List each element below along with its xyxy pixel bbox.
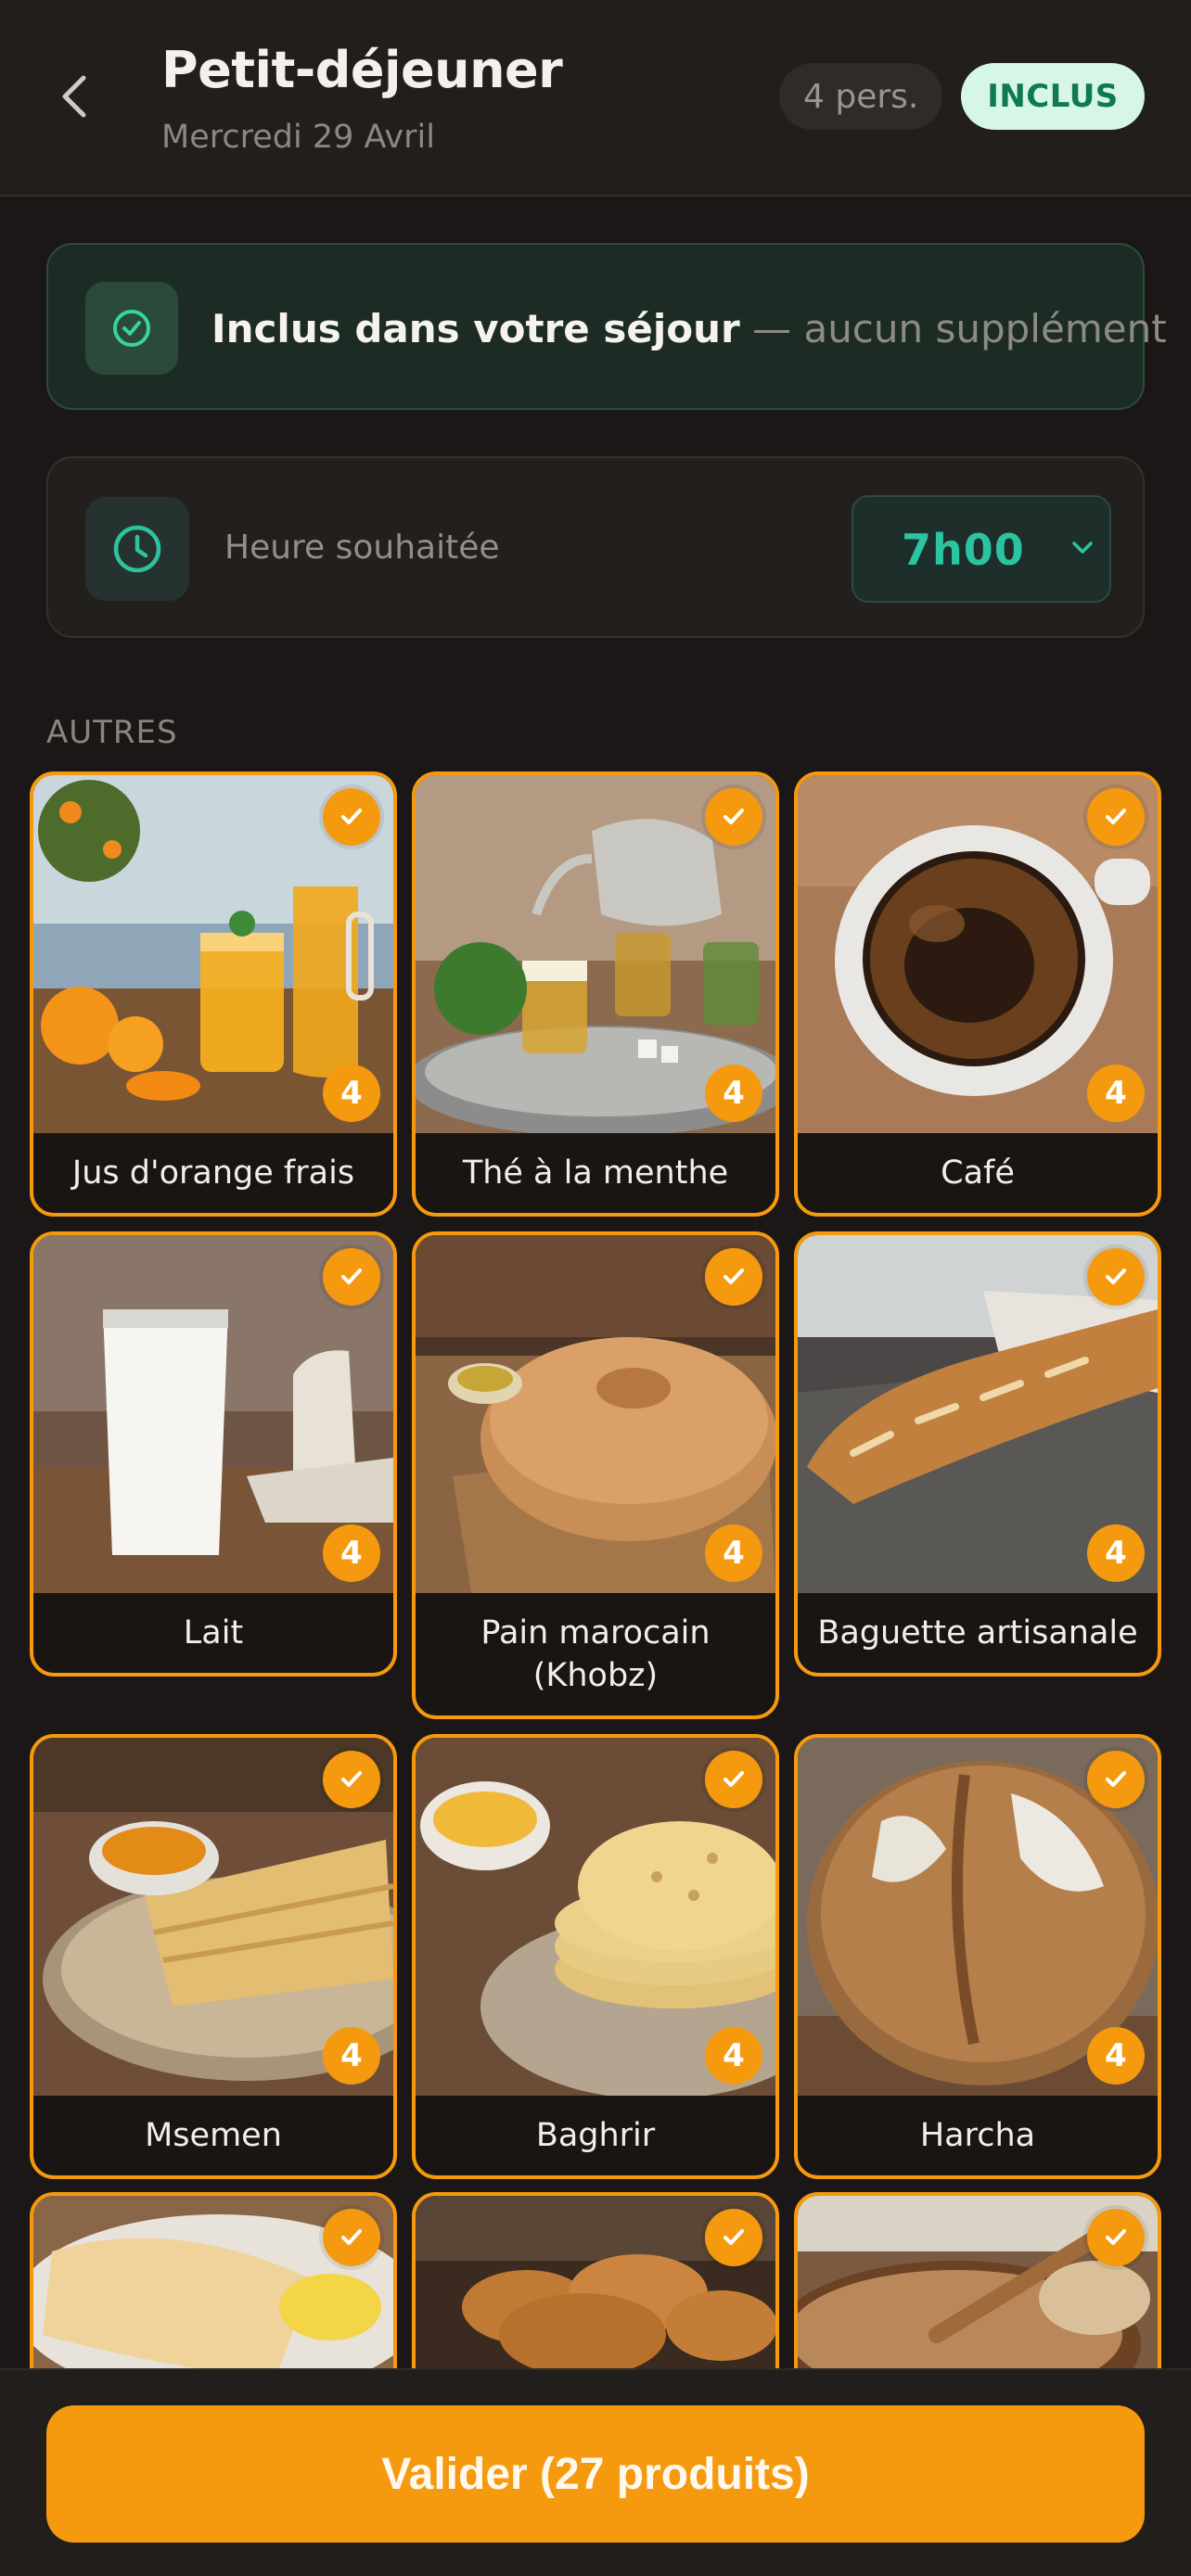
product-tile-mint-tea[interactable]: 4 Thé à la menthe <box>412 772 779 1217</box>
page-date: Mercredi 29 Avril <box>161 119 435 156</box>
product-name: Harcha <box>919 2117 1036 2154</box>
product-tile-msemen[interactable]: 4 Msemen <box>30 1734 397 2179</box>
check-icon <box>323 788 380 846</box>
quantity-badge: 4 <box>1087 1065 1145 1122</box>
clock-icon <box>85 497 189 601</box>
check-icon <box>1087 1751 1145 1808</box>
chevron-left-icon <box>62 75 86 118</box>
included-status-badge: INCLUS <box>961 63 1145 130</box>
validate-button[interactable]: Valider (27 produits) <box>46 2405 1145 2543</box>
product-name: Baguette artisanale <box>817 1614 1138 1651</box>
check-icon <box>705 1248 762 1306</box>
quantity-badge: 4 <box>705 1065 762 1122</box>
check-icon <box>1087 2209 1145 2266</box>
check-icon <box>705 2209 762 2266</box>
back-button[interactable] <box>52 69 96 124</box>
persons-badge: 4 pers. <box>779 63 943 130</box>
check-icon <box>323 1248 380 1306</box>
quantity-badge: 4 <box>1087 1524 1145 1582</box>
section-label: AUTRES <box>46 714 178 751</box>
quantity-badge: 4 <box>1087 2027 1145 2085</box>
quantity-badge: 4 <box>323 1065 380 1122</box>
time-picker-label: Heure souhaitée <box>224 529 500 567</box>
product-name: Pain marocain (Khobz) <box>480 1614 711 1694</box>
product-tile-baghrir[interactable]: 4 Baghrir <box>412 1734 779 2179</box>
check-icon <box>323 2209 380 2266</box>
check-icon <box>1087 788 1145 846</box>
check-icon <box>1087 1248 1145 1306</box>
time-select-value: 7h00 <box>902 525 1025 575</box>
included-notice-card: Inclus dans votre séjour — aucun supplém… <box>46 243 1167 410</box>
product-tile-baguette[interactable]: 4 Baguette artisanale <box>794 1231 1161 1677</box>
product-name: Msemen <box>145 2117 282 2154</box>
product-tile-moroccan-bread[interactable]: 4 Pain marocain (Khobz) <box>412 1231 779 1719</box>
quantity-badge: 4 <box>323 1524 380 1582</box>
product-name: Café <box>941 1154 1015 1192</box>
product-tile-coffee[interactable]: 4 Café <box>794 772 1161 1217</box>
check-icon <box>705 788 762 846</box>
top-header: Petit-déjeuner Mercredi 29 Avril 4 pers.… <box>0 0 1191 197</box>
product-name: Lait <box>183 1614 244 1651</box>
check-icon <box>705 1751 762 1808</box>
product-tile-milk[interactable]: 4 Lait <box>30 1231 397 1677</box>
time-select[interactable]: 7h00 <box>852 495 1111 603</box>
product-tile-orange-juice[interactable]: 4 Jus d'orange frais <box>30 772 397 1217</box>
product-name: Jus d'orange frais <box>71 1154 355 1192</box>
time-picker-card: Heure souhaitée 7h00 <box>46 456 1145 638</box>
check-circle-icon <box>85 282 178 375</box>
quantity-badge: 4 <box>323 2027 380 2085</box>
chevron-down-icon <box>1069 534 1096 566</box>
check-icon <box>323 1751 380 1808</box>
included-notice-rest: — aucun supplément <box>739 306 1167 351</box>
product-tile-harcha[interactable]: 4 Harcha <box>794 1734 1161 2179</box>
product-name: Baghrir <box>535 2117 656 2154</box>
quantity-badge: 4 <box>705 1524 762 1582</box>
included-notice-bold: Inclus dans votre séjour <box>211 306 740 351</box>
page-title: Petit-déjeuner <box>161 41 563 99</box>
included-notice-text: Inclus dans votre séjour — aucun supplém… <box>211 306 1167 351</box>
quantity-badge: 4 <box>705 2027 762 2085</box>
product-name: Thé à la menthe <box>462 1154 729 1192</box>
bottom-action-bar: Valider (27 produits) <box>0 2368 1191 2576</box>
